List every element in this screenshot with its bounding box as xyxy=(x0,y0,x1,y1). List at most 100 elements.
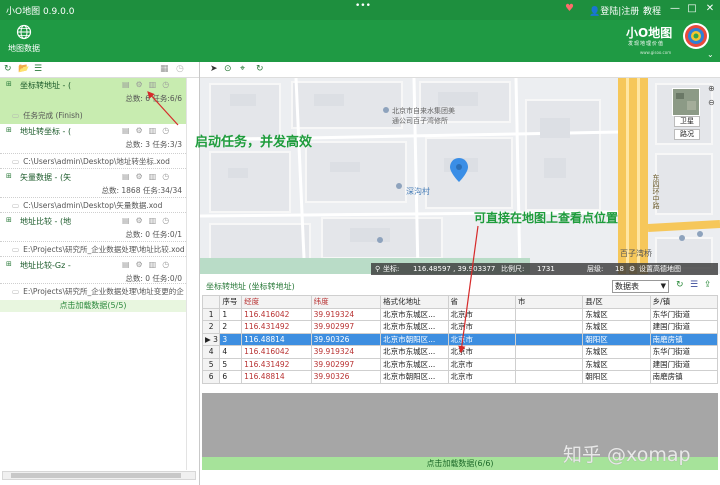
task-expand-icon[interactable]: ⊞ xyxy=(6,80,12,88)
table-cell[interactable]: 北京市东城区... xyxy=(380,345,449,359)
table-cell[interactable] xyxy=(514,345,584,359)
locate-icon[interactable]: ⊙ xyxy=(224,64,232,74)
satellite-button[interactable]: 卫星 xyxy=(674,116,700,127)
route-icon[interactable]: ⌖ xyxy=(240,64,245,74)
ribbon-collapse-icon[interactable]: ⌄ xyxy=(707,50,714,59)
longitude-cell[interactable]: 116.431492 xyxy=(241,357,312,371)
task-expand-icon[interactable]: ⊞ xyxy=(6,216,12,224)
pointer-icon[interactable]: ➤ xyxy=(210,64,218,74)
longitude-cell[interactable]: 116.48814 xyxy=(241,332,312,346)
table-cell[interactable]: 北京市 xyxy=(447,332,516,346)
table-cell[interactable]: 4 xyxy=(219,345,243,359)
longitude-cell[interactable]: 116.416042 xyxy=(241,345,312,359)
table-row[interactable]: 4 4 116.416042 39.919324 北京市东城区... 北京市 东城区 东华门街… xyxy=(201,345,719,359)
latitude-cell[interactable]: 39.919324 xyxy=(310,307,382,321)
list-icon[interactable]: ☰ xyxy=(690,280,698,290)
row-number-cell[interactable]: 6 xyxy=(201,370,221,384)
login-register-link[interactable]: 👤登陆|注册 xyxy=(589,4,639,17)
open-folder-icon[interactable]: 📂 xyxy=(18,64,29,74)
settings-icon[interactable]: ⚙ xyxy=(629,263,635,275)
close-button[interactable]: ✕ xyxy=(703,3,717,14)
poi-icon[interactable] xyxy=(679,235,685,241)
poi-icon[interactable] xyxy=(697,231,703,237)
task-expand-icon[interactable]: ⊞ xyxy=(6,260,12,268)
column-header[interactable]: 序号 xyxy=(219,295,243,309)
search-mode-select[interactable]: 数据表 ▼ xyxy=(612,280,669,293)
task-item[interactable]: ⊞ 地址比较 - (地 ▤⚙▥◷ 总数: 0 任务:0/1 xyxy=(0,214,186,242)
maximize-button[interactable]: □ xyxy=(685,3,699,14)
grid-view-icon[interactable]: ▦ xyxy=(160,64,169,74)
task-expand-icon[interactable]: ⊞ xyxy=(6,126,12,134)
table-cell[interactable]: 北京市东城区... xyxy=(380,320,449,334)
zoom-in-icon[interactable]: ⊕ xyxy=(708,84,715,93)
table-cell[interactable]: 北京市 xyxy=(447,320,516,334)
row-number-cell[interactable]: ▶ 3 xyxy=(201,332,221,346)
table-cell[interactable]: 北京市东城区... xyxy=(380,357,449,371)
task-item[interactable]: ⊞ 地址比较-Gz - ▤⚙▥◷ 总数: 0 任务:0/0 xyxy=(0,258,186,284)
table-cell[interactable]: 北京市 xyxy=(447,370,516,384)
longitude-cell[interactable]: 116.48814 xyxy=(241,370,312,384)
load-tasks-button[interactable]: 点击加载数据(5/5) xyxy=(0,300,186,312)
column-header[interactable]: 乡/镇 xyxy=(649,295,719,309)
table-cell[interactable]: 朝阳区 xyxy=(582,370,651,384)
drag-grip-icon[interactable]: ••• xyxy=(355,1,371,11)
zoom-out-icon[interactable]: ⊖ xyxy=(708,98,715,107)
column-header[interactable]: 格式化地址 xyxy=(380,295,449,309)
table-cell[interactable] xyxy=(514,320,584,334)
table-row[interactable]: 5 5 116.431492 39.902997 北京市东城区... 北京市 东城区 建国门街… xyxy=(201,357,719,371)
table-cell[interactable]: 东城区 xyxy=(582,345,651,359)
column-header[interactable] xyxy=(201,295,221,309)
table-row[interactable]: 1 1 116.416042 39.919324 北京市东城区... 北京市 东城区 东华门街… xyxy=(201,307,719,321)
table-cell[interactable]: 南磨房镇 xyxy=(649,370,719,384)
row-number-cell[interactable]: 2 xyxy=(201,320,221,334)
upload-icon[interactable]: ⇪ xyxy=(704,280,712,290)
horizontal-scrollbar[interactable] xyxy=(2,471,196,480)
table-cell[interactable]: 建国门街道 xyxy=(649,357,719,371)
map-data-tool-button[interactable]: 地图数据 xyxy=(4,24,44,54)
latitude-cell[interactable]: 39.90326 xyxy=(310,332,382,346)
refresh-icon[interactable]: ↻ xyxy=(4,64,12,74)
row-number-cell[interactable]: 1 xyxy=(201,307,221,321)
table-cell[interactable] xyxy=(514,332,584,346)
task-item[interactable]: ⊞ 地址转坐标 - ( ▤⚙▥◷ 总数: 3 任务:3/3 xyxy=(0,124,186,154)
table-cell[interactable]: 东华门街道 xyxy=(649,345,719,359)
table-row[interactable]: 2 2 116.431492 39.902997 北京市东城区... 北京市 东城区 建国门街… xyxy=(201,320,719,334)
table-cell[interactable]: 朝阳区 xyxy=(582,332,651,346)
task-action-icons[interactable]: ▤⚙▥◷ xyxy=(122,172,175,181)
task-expand-icon[interactable]: ⊞ xyxy=(6,172,12,180)
table-cell[interactable] xyxy=(514,307,584,321)
column-header[interactable]: 经度 xyxy=(241,295,312,309)
heart-icon[interactable]: ♥ xyxy=(565,4,574,14)
table-cell[interactable]: 3 xyxy=(219,332,243,346)
table-cell[interactable]: 南磨房镇 xyxy=(649,332,719,346)
longitude-cell[interactable]: 116.431492 xyxy=(241,320,312,334)
table-row[interactable]: ▶ 3 3 116.48814 39.90326 北京市朝阳区... 北京市 朝阳区 南磨房镇 xyxy=(201,332,719,346)
minimize-button[interactable]: — xyxy=(668,3,682,14)
table-row[interactable]: 6 6 116.48814 39.90326 北京市朝阳区... 北京市 朝阳区 南磨房镇 xyxy=(201,370,719,384)
table-cell[interactable]: 北京市 xyxy=(447,357,516,371)
table-cell[interactable]: 北京市朝阳区... xyxy=(380,332,449,346)
column-header[interactable]: 县/区 xyxy=(582,295,651,309)
map-canvas[interactable]: 北京市自来水集团美 通公司百子湾修所 深沟村 百子湾桥 东四环中路 xyxy=(200,78,720,274)
poi-icon[interactable] xyxy=(377,237,383,243)
table-cell[interactable]: 东城区 xyxy=(582,357,651,371)
latitude-cell[interactable]: 39.902997 xyxy=(310,320,382,334)
poi-icon[interactable] xyxy=(396,183,402,189)
latitude-cell[interactable]: 39.902997 xyxy=(310,357,382,371)
rotate-icon[interactable]: ↻ xyxy=(256,64,264,74)
task-item[interactable]: ⊞ 矢量数据 - (矢 ▤⚙▥◷ 总数: 1868 任务:34/34 xyxy=(0,170,186,198)
traffic-button[interactable]: 路况 xyxy=(674,129,700,140)
table-cell[interactable]: 1 xyxy=(219,307,243,321)
map-source-button[interactable]: 设置高德地图 xyxy=(639,263,681,275)
table-cell[interactable]: 北京市东城区... xyxy=(380,307,449,321)
map-view[interactable]: 北京市自来水集团美 通公司百子湾修所 深沟村 百子湾桥 东四环中路 ⊕ ⊖ 卫星… xyxy=(200,78,720,274)
table-cell[interactable]: 北京市朝阳区... xyxy=(380,370,449,384)
task-action-icons[interactable]: ▤⚙▥◷ xyxy=(122,216,175,225)
task-item[interactable]: ⊞ 坐标转地址 - ( ▤⚙▥◷ 总数: 6 任务:6/6 xyxy=(0,78,186,104)
table-cell[interactable]: 5 xyxy=(219,357,243,371)
table-cell[interactable]: 6 xyxy=(219,370,243,384)
task-action-icons[interactable]: ▤⚙▥◷ xyxy=(122,260,175,269)
row-number-cell[interactable]: 4 xyxy=(201,345,221,359)
clock-icon[interactable]: ◷ xyxy=(176,64,184,74)
row-number-cell[interactable]: 5 xyxy=(201,357,221,371)
